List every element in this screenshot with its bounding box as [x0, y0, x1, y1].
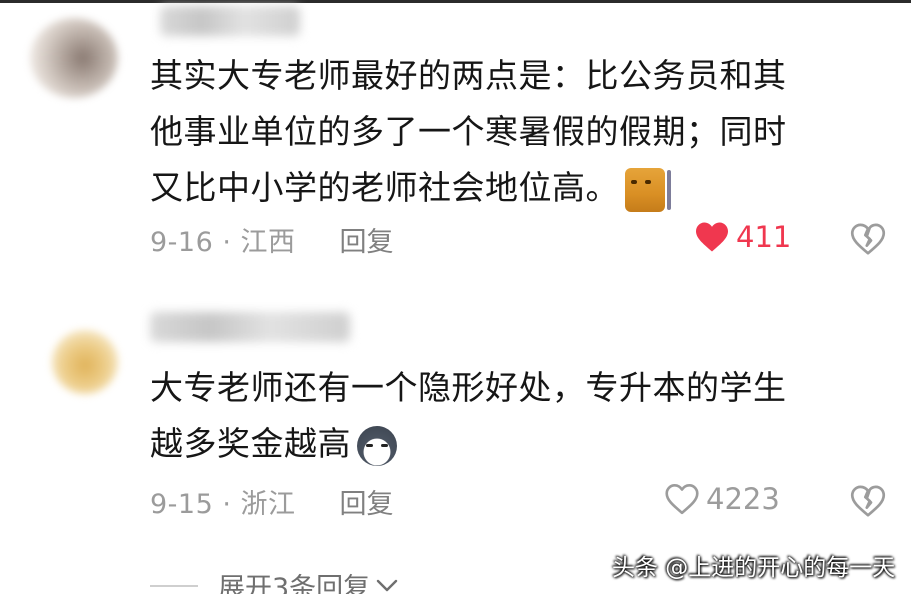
username-blurred[interactable] [160, 6, 300, 36]
comment-meta: 9-16 · 江西 回复 [150, 220, 394, 259]
comment-line-text: 又比中小学的老师社会地位高。 [150, 168, 619, 207]
comment-date-location: 9-16 · 江西 [150, 227, 296, 258]
like-button[interactable]: 411 [694, 220, 791, 254]
comment-line-text: 越多奖金越高 [150, 424, 351, 463]
divider-dash [150, 584, 198, 587]
comment-text: 其实大专老师最好的两点是：比公务员和其 他事业单位的多了一个寒暑假的假期；同时 … [150, 48, 890, 216]
dislike-button[interactable] [850, 484, 886, 522]
comment-text: 大专老师还有一个隐形好处，专升本的学生 越多奖金越高 [150, 360, 890, 472]
chevron-down-icon [376, 579, 398, 591]
comment-item: 其实大专老师最好的两点是：比公务员和其 他事业单位的多了一个寒暑假的假期；同时 … [0, 0, 911, 290]
like-count: 411 [736, 220, 792, 254]
comment-item: 大专老师还有一个隐形好处，专升本的学生 越多奖金越高 9-15 · 浙江 回复 … [0, 300, 911, 540]
heart-outline-icon [665, 484, 699, 515]
comment-line: 他事业单位的多了一个寒暑假的假期；同时 [150, 112, 787, 151]
husky-emoji-icon [357, 425, 397, 466]
comment-meta: 9-15 · 浙江 回复 [150, 482, 394, 521]
comment-line: 大专老师还有一个隐形好处，专升本的学生 [150, 368, 787, 407]
expand-replies-button[interactable]: 展开3条回复 [150, 566, 398, 594]
avatar[interactable] [30, 18, 118, 98]
avatar[interactable] [52, 330, 118, 394]
watermark: 头条 @上进的开心的每一天 [612, 555, 896, 581]
username-blurred[interactable] [150, 312, 350, 342]
comment-date-location: 9-15 · 浙江 [150, 489, 296, 520]
comment-line: 又比中小学的老师社会地位高。 [150, 160, 890, 216]
like-count: 4223 [706, 482, 780, 516]
dislike-button[interactable] [850, 222, 886, 260]
comment-line: 其实大专老师最好的两点是：比公务员和其 [150, 56, 787, 95]
cat-emoji-icon [625, 167, 671, 212]
like-button[interactable]: 4223 [664, 482, 780, 516]
comment-line: 越多奖金越高 [150, 416, 890, 472]
heart-filled-icon [696, 222, 728, 252]
expand-replies-label: 展开3条回复 [218, 573, 371, 594]
reply-button[interactable]: 回复 [340, 482, 394, 521]
reply-button[interactable]: 回复 [340, 220, 394, 259]
broken-heart-icon [850, 485, 886, 517]
broken-heart-icon [850, 223, 886, 255]
